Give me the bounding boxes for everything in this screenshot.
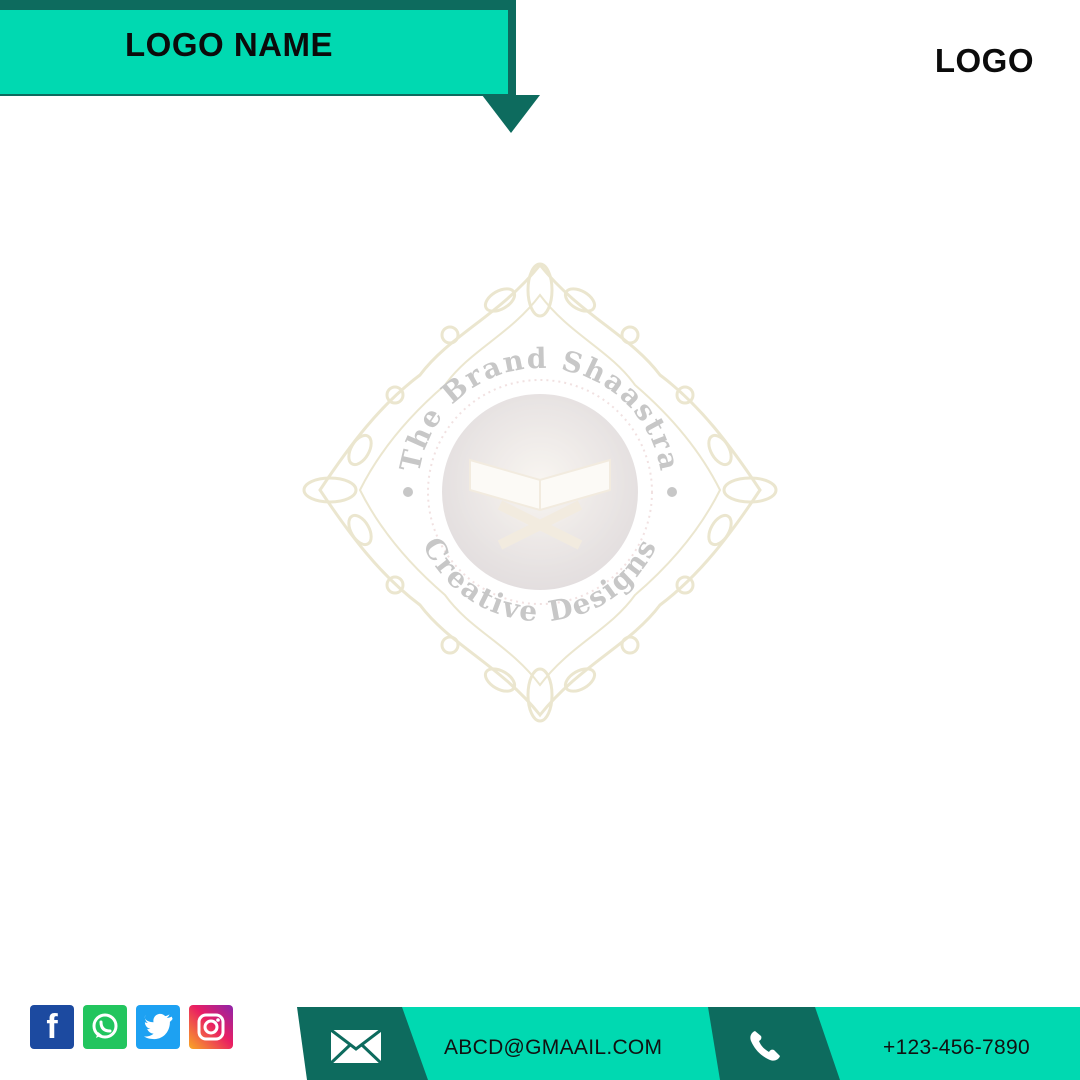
banner-fold: [482, 95, 540, 133]
brand-watermark: The Brand Shaastra Creative Designs: [302, 262, 778, 723]
envelope-icon: [329, 1028, 383, 1065]
logo-name-text: LOGO NAME: [125, 26, 333, 63]
phone-number[interactable]: +123-456-7890: [883, 1036, 1030, 1060]
logo-text: LOGO: [934, 42, 1034, 79]
logo-name-banner: LOGO NAME: [0, 10, 508, 94]
email-address[interactable]: ABCD@GMAAIL.COM: [444, 1036, 662, 1060]
